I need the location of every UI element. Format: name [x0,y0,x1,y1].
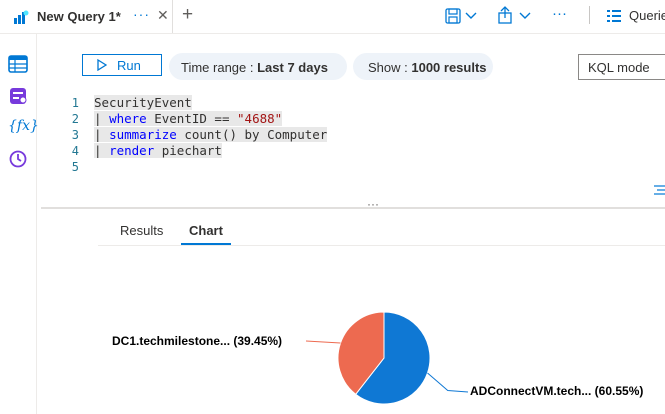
queries-icon[interactable] [606,8,622,24]
toolbar-separator [589,6,590,24]
share-chevron-down-icon[interactable] [519,11,531,20]
results-limit-value: 1000 results [411,60,487,75]
pane-splitter[interactable] [41,207,665,209]
query-tab-icon [14,10,29,24]
code-table-name: SecurityEvent [94,95,192,110]
history-icon[interactable] [8,149,28,169]
tables-icon[interactable] [8,54,28,74]
code-keyword: where [109,111,147,126]
slice-label-adconnectvm: ADConnectVM.tech... (60.55%) [470,384,644,398]
queries-button-label[interactable]: Querie [629,8,665,23]
tab-chart[interactable]: Chart [189,223,223,238]
more-options-icon[interactable]: ··· [552,5,567,22]
code-string: "4688" [237,111,283,126]
time-range-picker[interactable]: Time range : Last 7 days [169,53,347,80]
share-icon[interactable] [497,6,513,24]
code-text: EventID == [146,111,238,126]
line-number: 4 [71,144,79,158]
kql-mode-dropdown[interactable]: KQL mode [578,54,665,80]
format-query-icon[interactable] [654,185,665,195]
run-button[interactable]: Run [82,54,162,76]
code-line-1: SecurityEvent [94,95,192,110]
results-limit-prefix: Show : [368,60,412,75]
code-line-3: | summarize count() by Computer [94,127,328,142]
code-pipe: | [94,143,110,158]
kql-mode-label: KQL mode [588,60,650,75]
code-keyword: summarize [109,127,177,142]
slice-label-dc1: DC1.techmilestone... (39.45%) [112,334,283,348]
code-text: count() by Computer [176,127,328,142]
code-text: piechart [154,143,222,158]
code-keyword: render [109,143,155,158]
tab-bar: New Query 1* ··· ✕ + ··· Querie [0,0,665,34]
query-tab-title: New Query 1* [37,9,121,24]
time-range-prefix: Time range : [181,60,258,75]
query-tab[interactable]: New Query 1* ··· ✕ [0,0,173,33]
time-range-value: Last 7 days [257,60,328,75]
slice-leader-line [427,372,469,393]
splitter-handle-icon[interactable]: ··· [367,197,379,211]
results-limit-picker[interactable]: Show : 1000 results [353,53,493,80]
save-icon[interactable] [445,8,461,24]
code-pipe: | [94,127,110,142]
line-number: 3 [71,128,79,142]
tab-results[interactable]: Results [120,223,163,238]
code-pipe: | [94,111,110,126]
play-icon [97,59,107,71]
queries-pane-icon[interactable] [8,86,28,106]
query-toolbar: Run Time range : Last 7 days Show : 1000… [41,40,665,92]
run-button-label: Run [117,58,141,73]
line-number: 1 [71,96,79,110]
tab-close-icon[interactable]: ✕ [157,7,169,24]
code-line-2: | where EventID == "4688" [94,111,283,126]
new-tab-icon[interactable]: + [182,4,193,26]
line-number: 2 [71,112,79,126]
active-tab-indicator [181,243,231,245]
save-chevron-down-icon[interactable] [465,11,477,20]
line-number: 5 [71,160,79,174]
tab-more-icon[interactable]: ··· [133,6,150,22]
functions-icon[interactable]: {fx} [8,118,39,134]
code-line-4: | render piechart [94,143,222,158]
slice-leader-line [305,340,341,344]
